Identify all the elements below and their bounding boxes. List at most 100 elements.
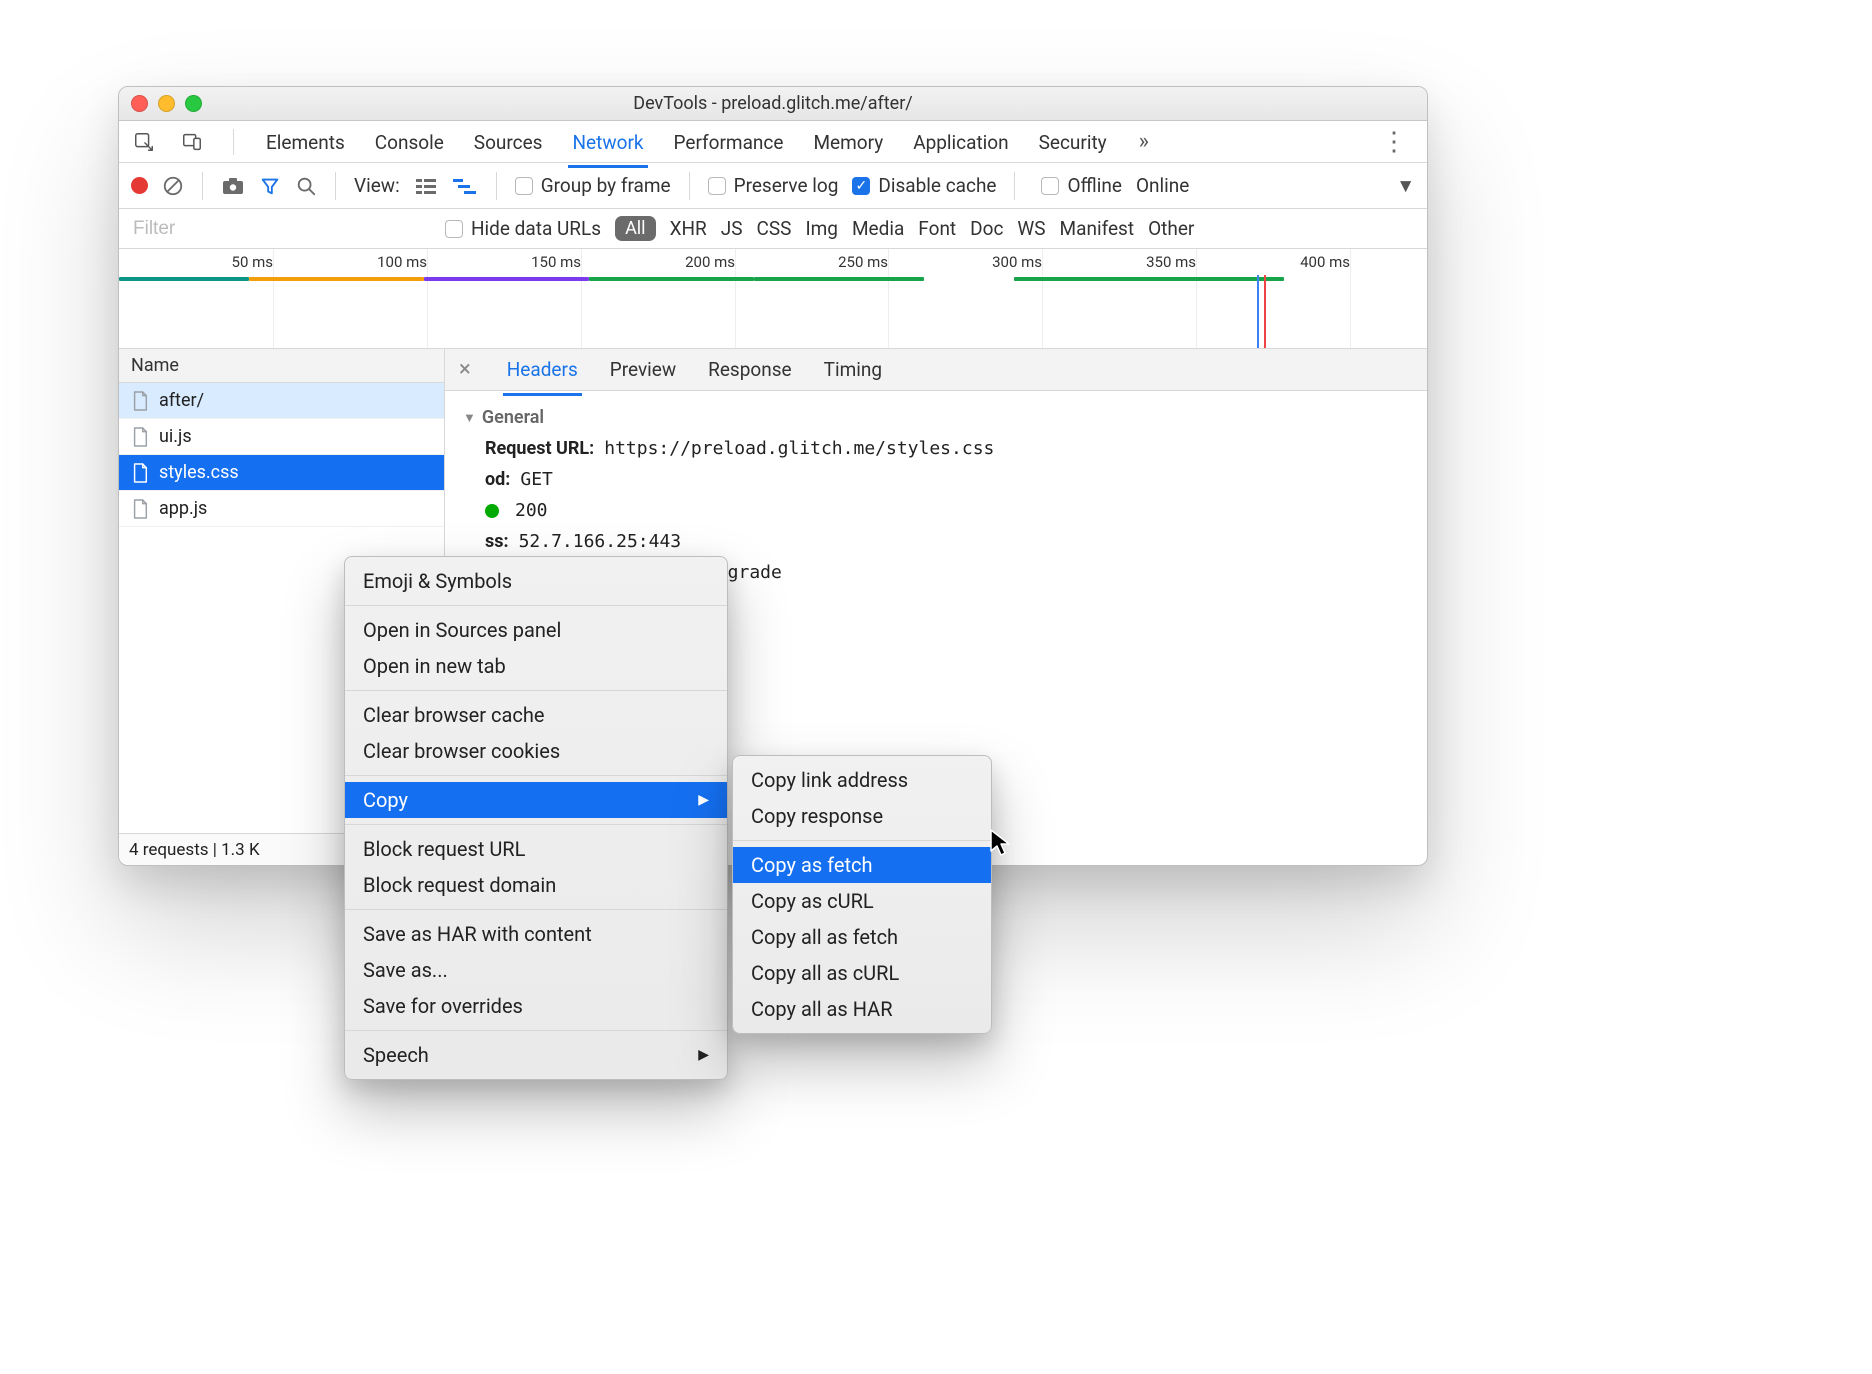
context-menu-submenu[interactable]: Copy link address Copy response Copy as fe… — [732, 755, 992, 1034]
filter-img[interactable]: Img — [805, 217, 838, 240]
tabs-overflow-icon[interactable]: » — [1135, 129, 1153, 154]
menu-item[interactable]: Save as... — [345, 952, 727, 988]
tab-elements[interactable]: Elements — [264, 123, 347, 160]
menu-item[interactable]: Copy all as cURL — [733, 955, 991, 991]
menu-item-label: Speech — [363, 1043, 429, 1067]
filter-bar: Hide data URLs All XHR JS CSS Img Media … — [119, 209, 1427, 249]
menu-item-label: Clear browser cookies — [363, 739, 560, 763]
dtab-preview[interactable]: Preview — [608, 352, 678, 387]
tab-network[interactable]: Network — [570, 123, 645, 160]
group-by-frame-label: Group by frame — [541, 174, 671, 197]
close-window-button[interactable] — [131, 95, 148, 112]
timeline-marker — [1264, 275, 1266, 348]
tab-sources[interactable]: Sources — [472, 123, 545, 160]
request-row[interactable]: app.js — [119, 491, 444, 527]
filter-doc[interactable]: Doc — [970, 217, 1003, 240]
filter-xhr[interactable]: XHR — [670, 217, 707, 240]
menu-item[interactable]: Open in Sources panel — [345, 612, 727, 648]
request-row[interactable]: after/ — [119, 383, 444, 419]
disable-cache-checkbox[interactable]: Disable cache — [852, 174, 996, 197]
overview-timeline[interactable]: 50 ms100 ms150 ms200 ms250 ms300 ms350 m… — [119, 249, 1427, 349]
timeline-segment — [424, 277, 589, 281]
filter-icon[interactable] — [259, 175, 281, 197]
menu-item[interactable]: Copy as fetch — [733, 847, 991, 883]
section-general[interactable]: ▼ General — [463, 407, 1409, 428]
zoom-window-button[interactable] — [185, 95, 202, 112]
status-dot-icon — [485, 504, 499, 518]
menu-item[interactable]: Copy as cURL — [733, 883, 991, 919]
filter-css[interactable]: CSS — [757, 217, 792, 240]
details-tabs: × Headers Preview Response Timing — [445, 349, 1427, 391]
throttle-select[interactable]: Online — [1136, 174, 1189, 197]
filter-manifest[interactable]: Manifest — [1060, 217, 1135, 240]
menu-item-label: Copy all as cURL — [751, 961, 899, 985]
context-menu[interactable]: Emoji & Symbols Open in Sources panelOpen… — [344, 556, 728, 1080]
menu-item[interactable]: Clear browser cookies — [345, 733, 727, 769]
timeline-segment — [754, 277, 924, 281]
menu-item[interactable]: Copy response — [733, 798, 991, 834]
group-by-frame-checkbox[interactable]: Group by frame — [515, 174, 671, 197]
request-url-value: https://preload.glitch.me/styles.css — [604, 438, 994, 459]
menu-item[interactable]: Emoji & Symbols — [345, 563, 727, 599]
request-list-header[interactable]: Name — [119, 349, 444, 383]
menu-item-label: Copy — [363, 788, 408, 812]
dtab-headers[interactable]: Headers — [505, 352, 580, 387]
chevron-down-icon: ▼ — [463, 410, 476, 426]
filter-js[interactable]: JS — [721, 217, 743, 240]
preserve-log-checkbox[interactable]: Preserve log — [708, 174, 839, 197]
method-value: GET — [520, 469, 553, 490]
timeline-segment — [119, 277, 249, 281]
menu-item[interactable]: Block request URL — [345, 831, 727, 867]
menu-item-label: Save as HAR with content — [363, 922, 592, 946]
tab-security[interactable]: Security — [1037, 123, 1109, 160]
inspect-icon[interactable] — [133, 131, 155, 153]
timeline-segment — [249, 277, 424, 281]
address-label-trimmed: ss: — [485, 531, 509, 552]
record-button[interactable] — [131, 177, 148, 194]
filter-other[interactable]: Other — [1148, 217, 1194, 240]
dtab-response[interactable]: Response — [706, 352, 793, 387]
menu-item[interactable]: Copy link address — [733, 762, 991, 798]
waterfall-icon[interactable] — [452, 177, 478, 195]
device-toggle-icon[interactable] — [181, 131, 203, 153]
hide-data-urls-checkbox[interactable]: Hide data URLs — [445, 217, 601, 240]
menu-item[interactable]: Save as HAR with content — [345, 916, 727, 952]
filter-media[interactable]: Media — [852, 217, 904, 240]
tab-performance[interactable]: Performance — [672, 123, 786, 160]
request-row[interactable]: styles.css — [119, 455, 444, 491]
menu-item[interactable]: Open in new tab — [345, 648, 727, 684]
menu-item[interactable]: Copy▶ — [345, 782, 727, 818]
search-icon[interactable] — [295, 175, 317, 197]
request-row[interactable]: ui.js — [119, 419, 444, 455]
network-toolbar: View: Group by frame Preserve log Disabl… — [119, 163, 1427, 209]
filter-ws[interactable]: WS — [1017, 217, 1045, 240]
filter-font[interactable]: Font — [918, 217, 956, 240]
request-url-label: Request URL: — [485, 438, 594, 459]
method-label-trimmed: od: — [485, 469, 510, 490]
request-name: ui.js — [159, 426, 192, 447]
tab-application[interactable]: Application — [911, 123, 1010, 160]
tab-memory[interactable]: Memory — [811, 123, 885, 160]
timeline-segment — [1014, 277, 1284, 281]
screenshot-icon[interactable] — [221, 176, 245, 196]
filter-input[interactable] — [131, 215, 431, 243]
menu-item[interactable]: Clear browser cache — [345, 697, 727, 733]
devtools-window: DevTools - preload.glitch.me/after/ Elem… — [118, 86, 1428, 866]
menu-item[interactable]: Block request domain — [345, 867, 727, 903]
menu-item[interactable]: Save for overrides — [345, 988, 727, 1024]
close-details-icon[interactable]: × — [459, 357, 477, 382]
minimize-window-button[interactable] — [158, 95, 175, 112]
menu-item[interactable]: Speech▶ — [345, 1037, 727, 1073]
tab-console[interactable]: Console — [373, 123, 446, 160]
large-rows-icon[interactable] — [414, 176, 438, 196]
toolbar-chevron-down-icon[interactable]: ▼ — [1396, 174, 1415, 198]
preserve-log-label: Preserve log — [734, 174, 839, 197]
menu-item[interactable]: Copy all as HAR — [733, 991, 991, 1027]
filter-all[interactable]: All — [615, 216, 656, 241]
menu-item[interactable]: Copy all as fetch — [733, 919, 991, 955]
clear-icon[interactable] — [162, 175, 184, 197]
offline-checkbox[interactable]: Offline — [1041, 174, 1121, 197]
menu-item-label: Copy response — [751, 804, 883, 828]
status-code-value: 200 — [515, 500, 548, 521]
dtab-timing[interactable]: Timing — [822, 352, 884, 387]
